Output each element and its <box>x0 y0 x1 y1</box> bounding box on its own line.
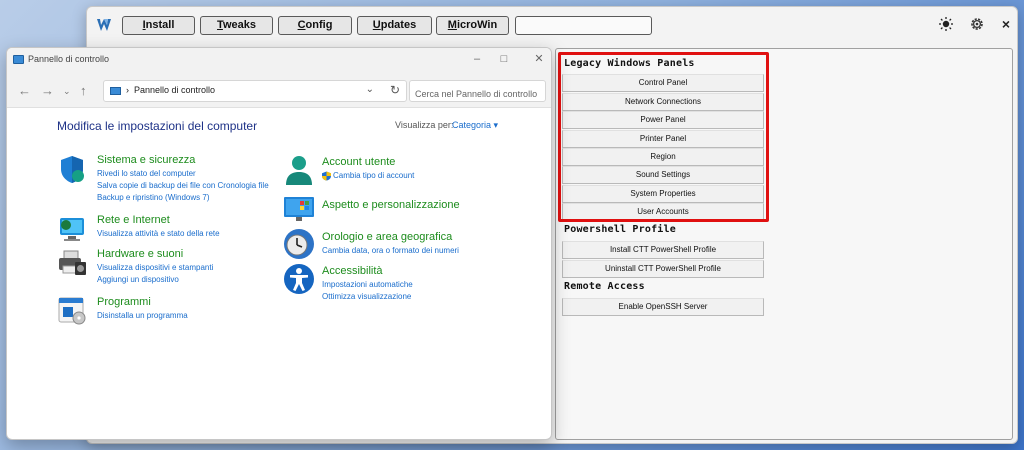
uninstall-ctt-profile-button[interactable]: Uninstall CTT PowerShell Profile <box>562 260 764 278</box>
user-accounts-button[interactable]: User Accounts <box>562 203 764 221</box>
breadcrumb: › Pannello di controllo <box>126 85 216 95</box>
category-title[interactable]: Programmi <box>97 296 151 308</box>
category-title[interactable]: Sistema e sicurezza <box>97 154 195 166</box>
category-link[interactable]: Rivedi lo stato del computer <box>97 169 196 178</box>
tweak-panel: Legacy Windows Panels Control Panel Netw… <box>555 48 1013 440</box>
network-connections-button[interactable]: Network Connections <box>562 93 764 111</box>
cp-window-title: Pannello di controllo <box>28 54 110 64</box>
nav-tweaks-button[interactable]: Tweaks <box>200 16 273 35</box>
forward-arrow-icon[interactable]: → <box>41 84 54 97</box>
chevron-down-icon[interactable]: ⌄ <box>366 84 374 95</box>
system-properties-button[interactable]: System Properties <box>562 185 764 203</box>
close-icon[interactable]: × <box>998 16 1014 32</box>
gear-icon[interactable] <box>969 16 985 32</box>
up-arrow-icon[interactable]: ↑ <box>80 84 87 97</box>
cp-search-input[interactable] <box>409 80 546 102</box>
nav-updates-button[interactable]: Updates <box>357 16 432 35</box>
control-panel-button[interactable]: Control Panel <box>562 74 764 92</box>
category-link[interactable]: Visualizza attività e stato della rete <box>97 229 220 238</box>
control-panel-icon <box>13 55 24 64</box>
category-title[interactable]: Rete e Internet <box>97 214 170 226</box>
close-window-icon[interactable]: ✕ <box>530 51 548 67</box>
maximize-icon[interactable]: □ <box>495 51 513 67</box>
category-title[interactable]: Hardware e suoni <box>97 248 183 260</box>
shield-icon <box>61 156 84 183</box>
nav-microwin-button[interactable]: MicroWin <box>436 16 509 35</box>
section-title-remote: Remote Access <box>564 281 645 292</box>
programs-icon <box>58 297 86 325</box>
category-link[interactable]: Aggiungi un dispositivo <box>97 275 179 284</box>
nav-install-button[interactable]: Install <box>122 16 195 35</box>
address-bar-row: ← → ⌄ ↑ › Pannello di controllo ⌄ ↻ <box>7 72 551 108</box>
view-by-label: Visualizza per: <box>395 120 454 130</box>
category-link[interactable]: Impostazioni automatiche <box>322 280 413 289</box>
category-link[interactable]: Salva copie di backup dei file con Crono… <box>97 181 269 190</box>
refresh-icon[interactable]: ↻ <box>390 83 400 97</box>
sun-icon[interactable] <box>938 16 954 32</box>
user-icon <box>286 156 312 185</box>
clock-globe-icon <box>284 229 314 259</box>
section-title-powershell: Powershell Profile <box>564 224 676 235</box>
top-toolbar: Install Tweaks Config Updates MicroWin × <box>87 7 1017 43</box>
category-link[interactable]: Disinstalla un programma <box>97 311 188 320</box>
category-title[interactable]: Account utente <box>322 156 395 168</box>
section-title-legacy: Legacy Windows Panels <box>564 58 695 69</box>
winutil-search-input[interactable] <box>515 16 652 35</box>
nav-config-button[interactable]: Config <box>278 16 352 35</box>
category-title[interactable]: Aspetto e personalizzazione <box>322 199 460 211</box>
region-button[interactable]: Region <box>562 148 764 166</box>
sound-settings-button[interactable]: Sound Settings <box>562 166 764 184</box>
control-panel-window: Pannello di controllo – □ ✕ ← → ⌄ ↑ › Pa… <box>6 47 552 440</box>
category-link[interactable]: Cambia data, ora o formato dei numeri <box>322 246 459 255</box>
uac-shield-icon <box>322 171 331 181</box>
power-panel-button[interactable]: Power Panel <box>562 111 764 129</box>
category-title[interactable]: Accessibilità <box>322 265 383 277</box>
cp-title-bar: Pannello di controllo – □ ✕ <box>7 48 551 72</box>
back-arrow-icon[interactable]: ← <box>18 84 31 97</box>
category-link[interactable]: Visualizza dispositivi e stampanti <box>97 263 213 272</box>
network-icon <box>60 218 84 241</box>
printer-icon <box>59 250 86 275</box>
category-link[interactable]: Backup e ripristino (Windows 7) <box>97 193 209 202</box>
address-bar[interactable]: › Pannello di controllo ⌄ ↻ <box>103 80 407 102</box>
category-link[interactable]: Cambia tipo di account <box>333 171 414 180</box>
personalization-icon <box>284 197 314 221</box>
recent-chevron-icon[interactable]: ⌄ <box>63 85 71 98</box>
accessibility-icon <box>284 264 314 294</box>
control-panel-small-icon <box>110 87 121 95</box>
view-by-dropdown[interactable]: Categoria ▾ <box>452 120 498 131</box>
printer-panel-button[interactable]: Printer Panel <box>562 130 764 148</box>
winutil-logo-icon <box>97 19 111 31</box>
enable-openssh-button[interactable]: Enable OpenSSH Server <box>562 298 764 316</box>
category-title[interactable]: Orologio e area geografica <box>322 231 452 243</box>
category-link[interactable]: Ottimizza visualizzazione <box>322 292 411 301</box>
install-ctt-profile-button[interactable]: Install CTT PowerShell Profile <box>562 241 764 259</box>
page-title: Modifica le impostazioni del computer <box>57 119 258 133</box>
minimize-icon[interactable]: – <box>468 51 486 67</box>
